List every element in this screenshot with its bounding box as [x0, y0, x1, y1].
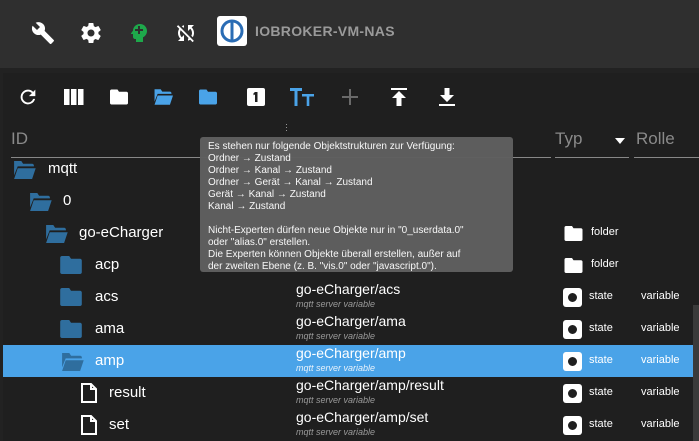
text-size-icon[interactable]	[289, 85, 315, 109]
row-label: acp	[95, 256, 120, 273]
head-profile-icon[interactable]	[125, 19, 153, 47]
row-label: mqtt	[48, 160, 78, 177]
type-label: state	[589, 322, 613, 334]
role-header-label: Rolle	[636, 129, 675, 148]
folder-closed-icon[interactable]	[106, 85, 132, 109]
state-icon	[563, 320, 582, 339]
file-icon	[81, 415, 97, 435]
add-icon[interactable]	[337, 85, 363, 109]
role-label: variable	[641, 290, 680, 302]
role-label: variable	[641, 354, 680, 366]
host-title: IOBROKER-VM-NAS	[255, 23, 395, 39]
row-description: mqtt server variable	[296, 363, 376, 373]
file-icon	[81, 383, 97, 403]
tree-row[interactable]: ama go-eCharger/ama mqtt server variable…	[3, 313, 699, 345]
state-icon	[563, 288, 582, 307]
row-name: go-eCharger/acs	[296, 281, 401, 297]
role-label: variable	[641, 322, 680, 334]
row-description: mqtt server variable	[296, 331, 376, 341]
gear-icon[interactable]	[77, 19, 105, 47]
type-label: state	[589, 354, 613, 366]
objects-toolbar	[3, 73, 699, 121]
folder-icon	[564, 226, 583, 241]
folder-icon	[60, 288, 82, 306]
tooltip-line: der zweiten Ebene (z. B. "vis.0" oder "j…	[208, 261, 437, 272]
type-label: state	[589, 418, 613, 430]
id-header-label: ID	[11, 129, 28, 148]
state-icon	[563, 384, 582, 403]
row-label: set	[109, 416, 130, 433]
scrollbar[interactable]	[693, 305, 699, 441]
folder-icon[interactable]	[195, 85, 221, 109]
sync-disabled-icon[interactable]	[172, 19, 200, 47]
type-label: folder	[591, 258, 619, 270]
number-one-icon[interactable]	[243, 85, 269, 109]
row-name: go-eCharger/ama	[296, 313, 406, 329]
tooltip-line: Die Experten können Objekte überall erst…	[208, 249, 461, 260]
folder-open-icon	[14, 161, 36, 179]
folder-open-icon	[62, 353, 84, 371]
tooltip-line: Ordner → Zustand	[208, 153, 291, 164]
row-description: mqtt server variable	[296, 299, 376, 309]
role-label: variable	[641, 386, 680, 398]
row-label: acs	[95, 288, 119, 305]
top-bar: IOBROKER-VM-NAS	[0, 0, 699, 68]
folder-open-icon	[46, 225, 68, 243]
tooltip-line: Ordner → Gerät → Kanal → Zustand	[208, 177, 373, 188]
tooltip-line: Gerät → Kanal → Zustand	[208, 189, 326, 200]
type-header-label: Typ	[555, 129, 583, 148]
tree-row-selected[interactable]: amp go-eCharger/amp mqtt server variable…	[3, 345, 699, 377]
column-resize-handle[interactable]: · · ·	[285, 120, 288, 135]
type-label: state	[589, 290, 613, 302]
row-description: mqtt server variable	[296, 427, 376, 437]
tree-row[interactable]: set go-eCharger/amp/set mqtt server vari…	[3, 409, 699, 441]
row-label: result	[109, 384, 146, 401]
tooltip-line: Kanal → Zustand	[208, 201, 286, 212]
row-name: go-eCharger/amp	[296, 345, 406, 361]
wrench-icon[interactable]	[29, 19, 57, 47]
download-icon[interactable]	[434, 85, 460, 109]
iobroker-logo	[217, 16, 247, 46]
state-icon	[563, 416, 582, 435]
upload-icon[interactable]	[386, 85, 412, 109]
role-label: variable	[641, 418, 680, 430]
row-label: amp	[95, 352, 125, 369]
folder-icon	[564, 258, 583, 273]
tooltip-line: oder "alias.0" erstellen.	[208, 237, 311, 248]
row-name: go-eCharger/amp/result	[296, 377, 444, 393]
folder-open-icon	[30, 193, 52, 211]
refresh-icon[interactable]	[15, 85, 41, 109]
row-description: mqtt server variable	[296, 395, 376, 405]
tooltip-line: Es stehen nur folgende Objektstrukturen …	[208, 141, 455, 152]
folder-icon	[60, 320, 82, 338]
state-icon	[563, 352, 582, 371]
row-name: go-eCharger/amp/set	[296, 409, 429, 425]
row-label: 0	[63, 192, 72, 209]
type-label: state	[589, 386, 613, 398]
tree-row[interactable]: acs go-eCharger/acs mqtt server variable…	[3, 281, 699, 313]
tooltip-line: Ordner → Kanal → Zustand	[208, 165, 332, 176]
tree-row[interactable]: result go-eCharger/amp/result mqtt serve…	[3, 377, 699, 409]
columns-icon[interactable]	[61, 85, 87, 109]
folder-icon	[60, 256, 82, 274]
type-label: folder	[591, 226, 619, 238]
row-label: go-eCharger	[79, 224, 164, 241]
structure-tooltip: Es stehen nur folgende Objektstrukturen …	[200, 137, 513, 272]
folder-open-icon[interactable]	[150, 85, 176, 109]
row-label: ama	[95, 320, 125, 337]
chevron-down-icon	[615, 138, 625, 144]
tooltip-line: Nicht-Experten dürfen neue Objekte nur i…	[208, 225, 464, 236]
